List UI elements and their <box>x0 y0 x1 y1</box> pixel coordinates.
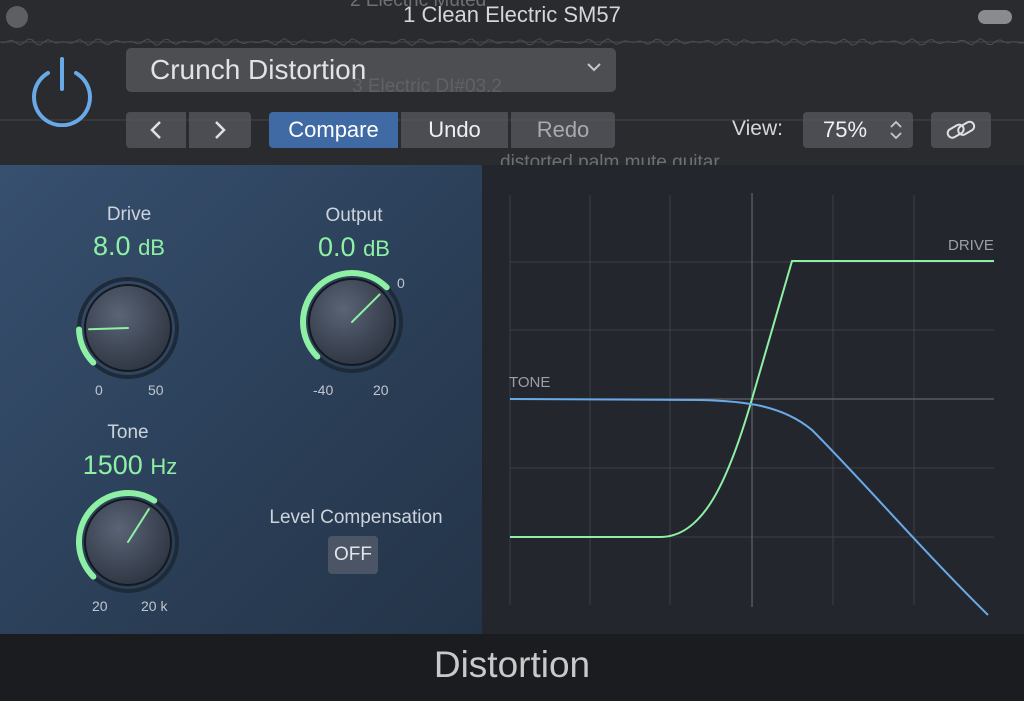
next-preset-button[interactable] <box>189 112 251 148</box>
preset-name: Crunch Distortion <box>150 54 367 85</box>
power-button[interactable] <box>26 55 98 128</box>
output-value-number: 0.0 <box>318 232 356 262</box>
output-zero-label: 0 <box>397 275 405 291</box>
tone-knob[interactable] <box>74 488 182 596</box>
tone-label: Tone <box>107 422 149 443</box>
tone-min-label: 20 <box>92 598 108 614</box>
chevron-left-icon <box>150 121 161 139</box>
drive-label: Drive <box>106 204 152 225</box>
view-zoom-select[interactable]: 75% <box>803 112 913 148</box>
tone-max-label: 20 k <box>141 598 168 614</box>
level-compensation-toggle[interactable]: OFF <box>328 536 378 574</box>
knob-pointer <box>88 327 129 331</box>
drive-knob[interactable] <box>74 274 182 382</box>
background-track-name: distorted palm mute guitar <box>500 152 720 165</box>
drive-value: 8.0 dB <box>29 231 229 262</box>
output-max-label: 20 <box>373 382 389 398</box>
drive-value-number: 8.0 <box>93 231 131 261</box>
tone-value-unit: Hz <box>150 454 178 479</box>
view-zoom-value: 75% <box>823 117 868 142</box>
output-min-label: -40 <box>313 382 334 398</box>
stepper-arrows-icon <box>890 120 902 140</box>
tone-value: 1500 Hz <box>30 450 230 481</box>
chevron-right-icon <box>215 121 226 139</box>
level-compensation-label: Level Compensation <box>269 507 443 528</box>
output-label: Output <box>325 205 383 226</box>
output-value: 0.0 dB <box>254 232 454 263</box>
tone-curve-label: TONE <box>509 374 551 391</box>
view-label: View: <box>732 117 783 140</box>
link-button[interactable] <box>931 112 991 148</box>
plugin-header: 2 Electric Muted 3 Electric DI#03.2 dist… <box>0 0 1024 165</box>
output-knob[interactable] <box>298 268 406 376</box>
tone-curve <box>509 398 989 616</box>
previous-preset-button[interactable] <box>126 112 186 148</box>
window-title: 1 Clean Electric SM57 <box>403 2 621 27</box>
distortion-graph: DRIVE TONE <box>482 165 1024 634</box>
output-value-unit: dB <box>363 236 390 261</box>
compare-button[interactable]: Compare <box>269 112 398 148</box>
graph-canvas <box>509 193 994 616</box>
drive-value-unit: dB <box>138 235 165 260</box>
chevron-down-icon <box>586 60 602 77</box>
link-icon <box>946 120 976 139</box>
background-waveform <box>0 37 1024 47</box>
drive-curve-label: DRIVE <box>948 237 994 254</box>
plugin-name: Distortion <box>0 634 1024 701</box>
redo-button[interactable]: Redo <box>511 112 615 148</box>
preset-menu[interactable]: Crunch Distortion <box>126 48 616 92</box>
drive-min-label: 0 <box>95 382 103 398</box>
power-icon <box>32 57 92 128</box>
tone-value-number: 1500 <box>82 450 143 480</box>
drive-max-label: 50 <box>148 382 164 398</box>
undo-button[interactable]: Undo <box>401 112 508 148</box>
